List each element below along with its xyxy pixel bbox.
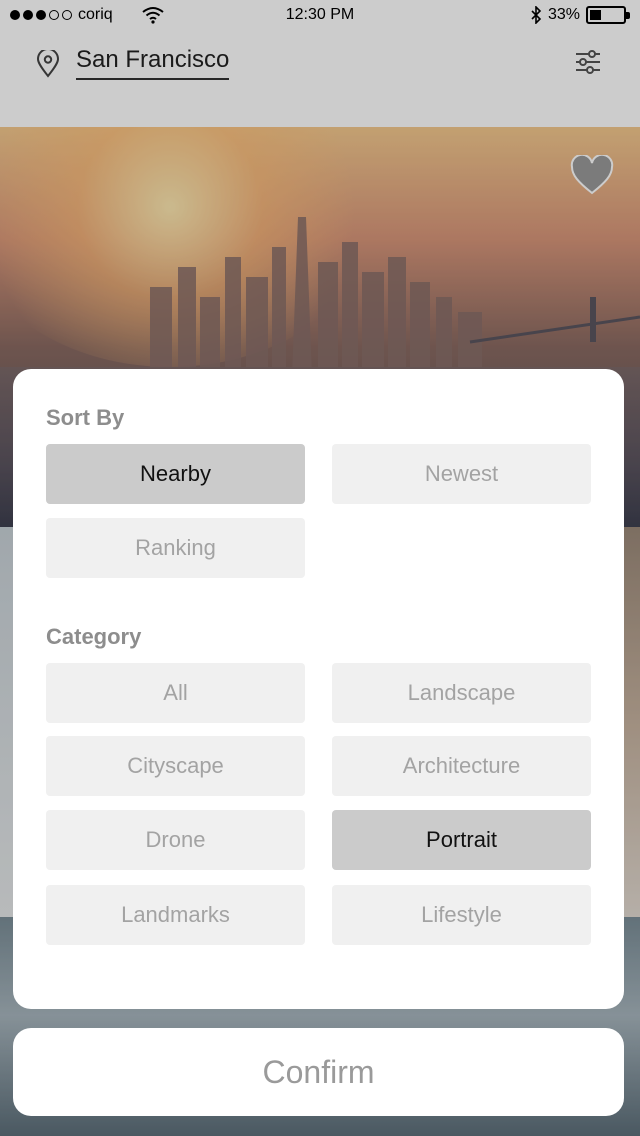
category-option-drone[interactable]: Drone	[46, 810, 305, 870]
confirm-button[interactable]: Confirm	[13, 1028, 624, 1116]
sort-by-title: Sort By	[46, 405, 125, 430]
filter-sheet: Sort By Nearby Newest Ranking Category A…	[13, 369, 624, 1009]
sort-option-ranking[interactable]: Ranking	[46, 518, 305, 578]
category-option-landmarks[interactable]: Landmarks	[46, 885, 305, 945]
sort-option-nearby[interactable]: Nearby	[46, 444, 305, 504]
category-option-landscape[interactable]: Landscape	[332, 663, 591, 723]
category-option-portrait[interactable]: Portrait	[332, 810, 591, 870]
sort-option-newest[interactable]: Newest	[332, 444, 591, 504]
category-option-all[interactable]: All	[46, 663, 305, 723]
category-option-architecture[interactable]: Architecture	[332, 736, 591, 796]
category-title: Category	[46, 624, 142, 649]
category-option-lifestyle[interactable]: Lifestyle	[332, 885, 591, 945]
category-option-cityscape[interactable]: Cityscape	[46, 736, 305, 796]
